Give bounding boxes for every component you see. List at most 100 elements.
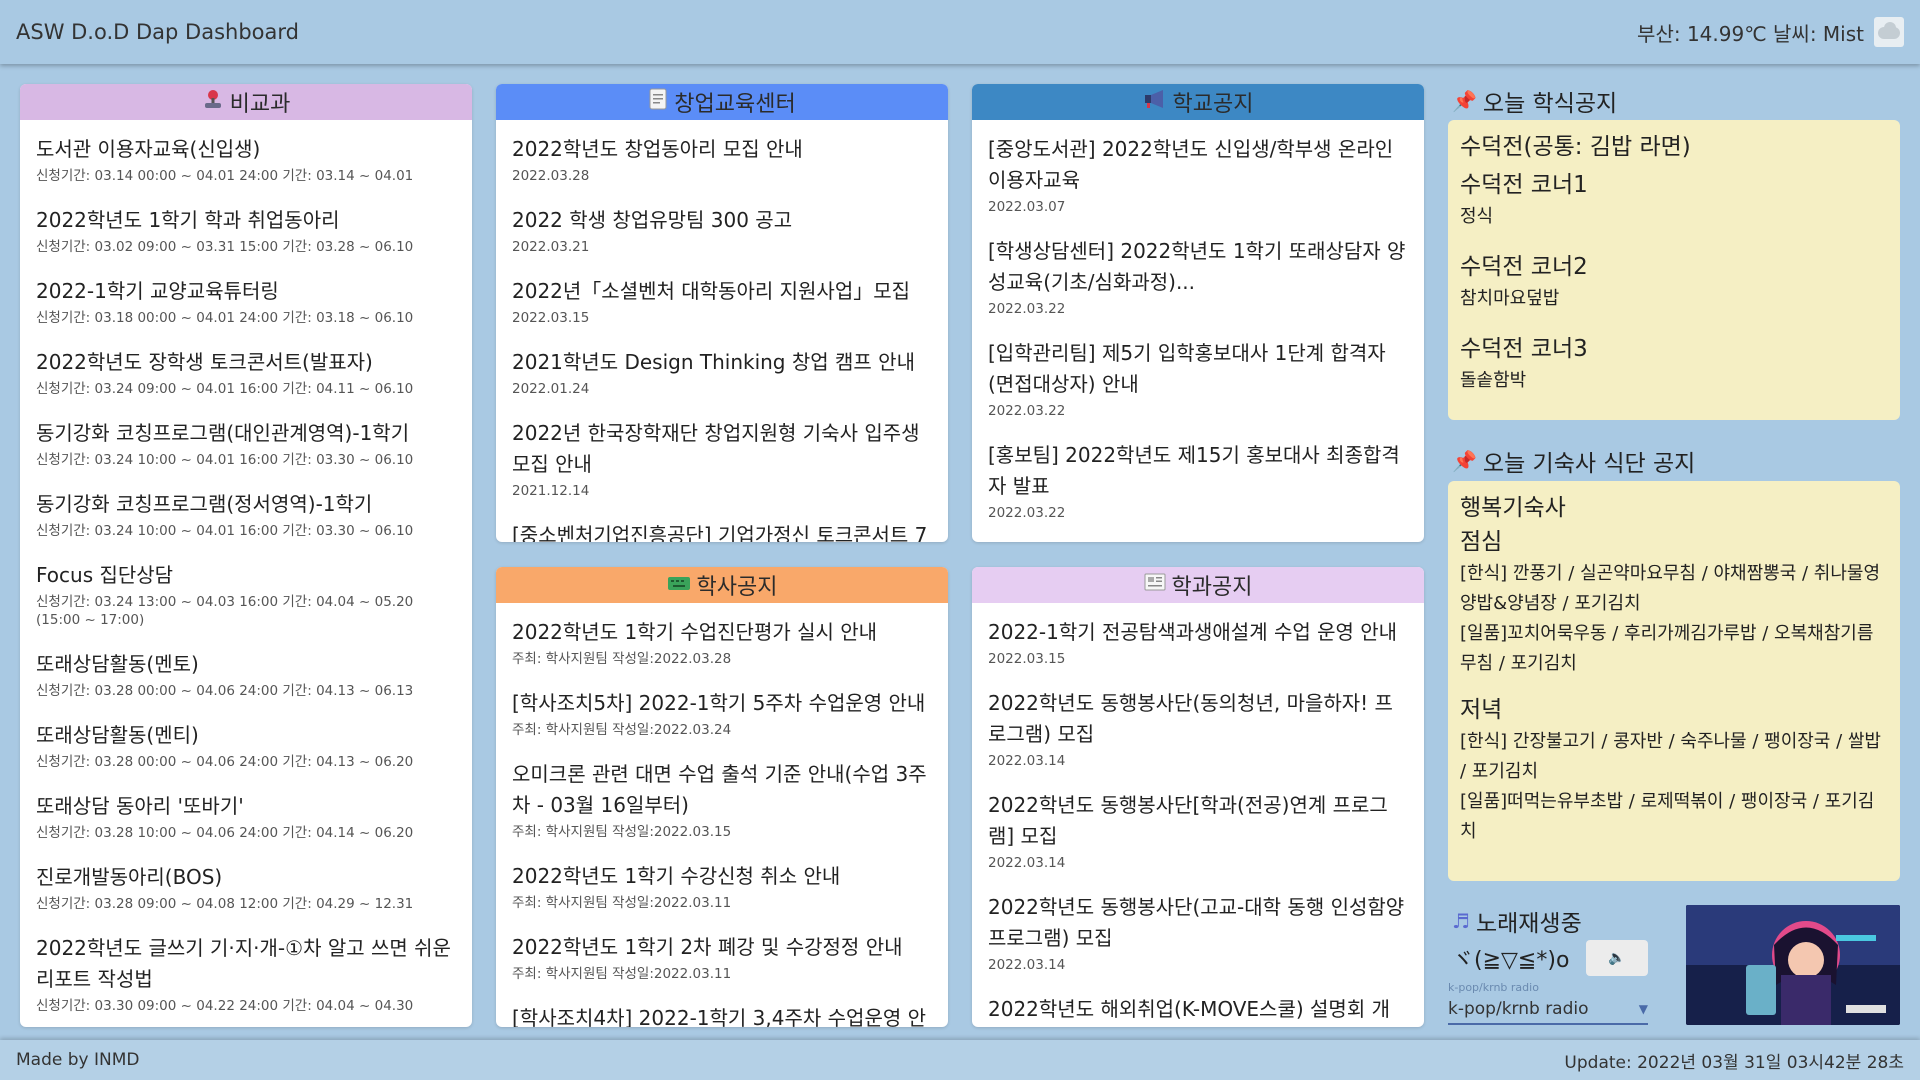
list-item[interactable]: [학사조치5차] 2022-1학기 5주차 수업운영 안내 주최: 학사지원팀 작… [512,688,932,739]
corner-menu: 돌솥함박 [1460,370,1527,391]
item-title[interactable]: 2022학년도 동행봉사단(고교-대학 동행 인성함양 프로그램) 모집 [988,892,1408,954]
weather-widget: 부산: 14.99℃ 날씨: Mist [1637,17,1904,47]
item-title[interactable]: 2022학년도 동행봉사단[학과(전공)연계 프로그램] 모집 [988,790,1408,852]
list-item[interactable]: 오미크론 관련 대면 수업 출석 기준 안내(수업 3주차 - 03월 16일부… [512,759,932,841]
item-title[interactable]: [학사조치5차] 2022-1학기 5주차 수업운영 안내 [512,688,932,719]
item-title[interactable]: 동기강화 코칭프로그램(대인관계영역)-1학기 [36,418,456,449]
item-title[interactable]: [홍보팀] 2022학년도 제15기 홍보대사 최종합격자 발표 [988,440,1408,502]
list-item[interactable]: [학사조치4차] 2022-1학기 3,4주차 수업운영 안 [512,1003,932,1027]
list-item[interactable]: 2022학년도 1학기 2차 폐강 및 수강정정 안내 주최: 학사지원팀 작성일… [512,932,932,983]
list-item[interactable]: 2022 학생 창업유망팀 300 공고 2022.03.21 [512,205,932,256]
item-title[interactable]: 2022학년도 1학기 학과 취업동아리 [36,205,456,236]
update-timestamp: Update: 2022년 03월 31일 03시42분 28초 [1564,1052,1904,1073]
item-meta: 신청기간: 03.14 00:00 ~ 04.01 24:00 기간: 03.1… [36,168,414,184]
radio-station-value: k-pop/krnb radio [1448,999,1589,1019]
corner-name: 수덕전 코너2 [1460,254,1588,280]
item-meta: 2022.03.28 [512,168,590,184]
list-item[interactable]: Focus 집단상담 신청기간: 03.24 13:00 ~ 04.03 16:0… [36,560,456,629]
list-item[interactable]: 2022학년도 해외취업(K-MOVE스쿨) 설명회 개최 [988,994,1408,1027]
item-meta: 2022.03.14 [988,753,1066,769]
list-item[interactable]: [학생상담센터] 2022학년도 1학기 또래상담자 양성교육(기초/심화과정)… [988,236,1408,318]
item-title[interactable]: 도서관 이용자교육(신입생) [36,134,456,165]
meal-menu-line: [한식] 간장불고기 / 콩자반 / 숙주나물 / 팽이장국 / 쌀밥 / 포기… [1460,731,1881,782]
item-title[interactable]: 2022학년도 글쓰기 기·지·개-①차 알고 쓰면 쉬운 리포트 작성법 [36,933,456,995]
list-item[interactable]: 2022학년도 1학기 수강신청 취소 안내 주최: 학사지원팀 작성일:2022… [512,861,932,912]
bigyogwa-header: 비교과 [20,84,472,120]
item-title[interactable]: 2022학년도 동행봉사단(동의청년, 마을하자! 프로그램) 모집 [988,688,1408,750]
list-item[interactable]: 2022년「소셜벤처 대학동아리 지원사업」모집 2022.03.15 [512,276,932,327]
startup-title: 창업교육센터 [674,92,796,117]
item-title[interactable]: 동기강화 코칭프로그램(정서영역)-1학기 [36,489,456,520]
item-title[interactable]: 2022학년도 장학생 토크콘서트(발표자) [36,347,456,378]
list-item[interactable]: 2022학년도 동행봉사단[학과(전공)연계 프로그램] 모집 2022.03.1… [988,790,1408,872]
list-item[interactable]: 또래상담활동(멘토) 신청기간: 03.28 00:00 ~ 04.06 24:0… [36,649,456,700]
item-title[interactable]: 2022학년도 1학기 수업진단평가 실시 안내 [512,617,932,648]
list-item[interactable]: 2022학년도 1학기 학과 취업동아리 신청기간: 03.02 09:00 ~ … [36,205,456,256]
list-item[interactable]: 2022-1학기 교양교육튜터링 신청기간: 03.18 00:00 ~ 04.0… [36,276,456,327]
item-title[interactable]: [학사조치4차] 2022-1학기 3,4주차 수업운영 안 [512,1003,932,1027]
item-title[interactable]: 2022년「소셜벤처 대학동아리 지원사업」모집 [512,276,932,307]
item-title[interactable]: 2022학년도 1학기 수강신청 취소 안내 [512,861,932,892]
list-item[interactable]: [중소벤처기업진흥공단] 기업가정신 토크콘서트 7회 [512,520,932,542]
cloud-icon [1874,17,1904,47]
item-title[interactable]: [중소벤처기업진흥공단] 기업가정신 토크콘서트 7회 [512,520,932,542]
bigyogwa-card: 비교과 도서관 이용자교육(신입생) 신청기간: 03.14 00:00 ~ 04… [20,84,472,1027]
list-item[interactable]: 2022학년도 동행봉사단(동의청년, 마을하자! 프로그램) 모집 2022.0… [988,688,1408,770]
list-item[interactable]: 2022학년도 동행봉사단(고교-대학 동행 인성함양 프로그램) 모집 2022… [988,892,1408,974]
list-item[interactable]: [입학관리팀] 제5기 입학홍보대사 1단계 합격자(면접대상자) 안내 2022… [988,338,1408,420]
list-item[interactable]: 도서관 이용자교육(신입생) 신청기간: 03.14 00:00 ~ 04.01 … [36,134,456,185]
item-meta: 2022.03.21 [512,239,590,255]
list-item[interactable]: 2022학년도 글쓰기 기·지·개-①차 알고 쓰면 쉬운 리포트 작성법 신청기… [36,933,456,1015]
item-title[interactable]: 2022학년도 1학기 2차 폐강 및 수강정정 안내 [512,932,932,963]
item-title[interactable]: [중앙도서관] 2022학년도 신입생/학부생 온라인 이용자교육 [988,134,1408,196]
item-title[interactable]: Focus 집단상담 [36,560,456,591]
list-item[interactable]: 또래상담활동(멘티) 신청기간: 03.28 00:00 ~ 04.06 24:0… [36,720,456,771]
list-item[interactable]: [중앙도서관] 2022학년도 신입생/학부생 온라인 이용자교육 2022.03… [988,134,1408,216]
list-item[interactable]: 2022학년도 창업동아리 모집 안내 2022.03.28 [512,134,932,185]
item-title[interactable]: 2022학년도 창업동아리 모집 안내 [512,134,932,165]
item-title[interactable]: 또래상담 동아리 '또바기' [36,791,456,822]
radio-station-select[interactable]: k-pop/krnb radio ▼ [1448,999,1648,1025]
dept-list: 2022-1학기 전공탐색과생애설계 수업 운영 안내 2022.03.15 202… [972,603,1424,1027]
list-item[interactable]: 2021학년도 Design Thinking 창업 캠프 안내 2022.01.… [512,347,932,398]
list-item[interactable]: [홍보팀] 2022학년도 제15기 홍보대사 최종합격자 발표 2022.03.… [988,440,1408,522]
item-title[interactable]: 2022 학생 창업유망팀 300 공고 [512,205,932,236]
startup-header: 창업교육센터 [496,84,948,120]
item-title[interactable]: 오미크론 관련 대면 수업 출석 기준 안내(수업 3주차 - 03월 16일부… [512,759,932,821]
list-item[interactable]: 2022년 한국장학재단 창업지원형 기숙사 입주생 모집 안내 2021.12.… [512,418,932,500]
list-item[interactable]: 2022-1학기 전공탐색과생애설계 수업 운영 안내 2022.03.15 [988,617,1408,668]
mute-button[interactable]: 🔈 [1586,940,1648,976]
item-title[interactable]: 2022년 한국장학재단 창업지원형 기숙사 입주생 모집 안내 [512,418,932,480]
item-meta: 2022.03.15 [512,310,590,326]
bigyogwa-title: 비교과 [229,92,291,117]
haksa-card: 학사공지 2022학년도 1학기 수업진단평가 실시 안내 주최: 학사지원팀 작… [496,567,948,1027]
cafeteria-box: 수덕전(공통: 김밥 라면) 수덕전 코너1 정식 수덕전 코너2 참치마요덮밥 수덕전… [1448,120,1900,420]
list-item[interactable]: 진로개발동아리(BOS) 신청기간: 03.28 09:00 ~ 04.08 12… [36,862,456,913]
music-heading: ♬ 노래재생중 [1452,904,1582,938]
list-item[interactable]: 또래상담 동아리 '또바기' 신청기간: 03.28 10:00 ~ 04.06 … [36,791,456,842]
item-meta: 신청기간: 03.24 10:00 ~ 04.01 16:00 기간: 03.3… [36,523,414,539]
list-item[interactable]: 2022학년도 1학기 수업진단평가 실시 안내 주최: 학사지원팀 작성일:20… [512,617,932,668]
item-title[interactable]: 2022학년도 해외취업(K-MOVE스쿨) 설명회 개최 [988,994,1408,1027]
item-title[interactable]: 2022-1학기 교양교육튜터링 [36,276,456,307]
item-title[interactable]: 2022-1학기 전공탐색과생애설계 수업 운영 안내 [988,617,1408,648]
dorm-meals: 점심 [한식] 깐풍기 / 실곤약마요무침 / 야채짬뽕국 / 취나물영양밥&양념… [1460,525,1888,847]
meal-menu-line: [한식] 깐풍기 / 실곤약마요무침 / 야채짬뽕국 / 취나물영양밥&양념장 … [1460,563,1881,614]
item-title[interactable]: [학생상담센터] 2022학년도 1학기 또래상담자 양성교육(기초/심화과정)… [988,236,1408,298]
item-title[interactable]: 2021학년도 Design Thinking 창업 캠프 안내 [512,347,932,378]
list-item[interactable]: 2022학년도 장학생 토크콘서트(발표자) 신청기간: 03.24 09:00 … [36,347,456,398]
haksa-header: 학사공지 [496,567,948,603]
megaphone-icon [1143,89,1167,115]
list-item[interactable]: 동기강화 코칭프로그램(대인관계영역)-1학기 신청기간: 03.24 10:00… [36,418,456,469]
item-title[interactable]: 또래상담활동(멘티) [36,720,456,751]
item-meta: 신청기간: 03.28 10:00 ~ 04.06 24:00 기간: 04.1… [36,825,414,841]
item-title[interactable]: 또래상담활동(멘토) [36,649,456,680]
list-item[interactable]: 동기강화 코칭프로그램(정서영역)-1학기신청기간: 03.24 10:00 ~… [36,489,456,540]
startup-list: 2022학년도 창업동아리 모집 안내 2022.03.28 2022 학생 창업유… [496,120,948,542]
dorm-title: 오늘 기숙사 식단 공지 [1482,451,1696,477]
meal-menu-line: [일품]꼬치어묵우동 / 후리가께김가루밥 / 오복채참기름무침 / 포기김치 [1460,623,1874,674]
item-title[interactable]: 진로개발동아리(BOS) [36,862,456,893]
item-title[interactable]: [입학관리팀] 제5기 입학홍보대사 1단계 합격자(면접대상자) 안내 [988,338,1408,400]
